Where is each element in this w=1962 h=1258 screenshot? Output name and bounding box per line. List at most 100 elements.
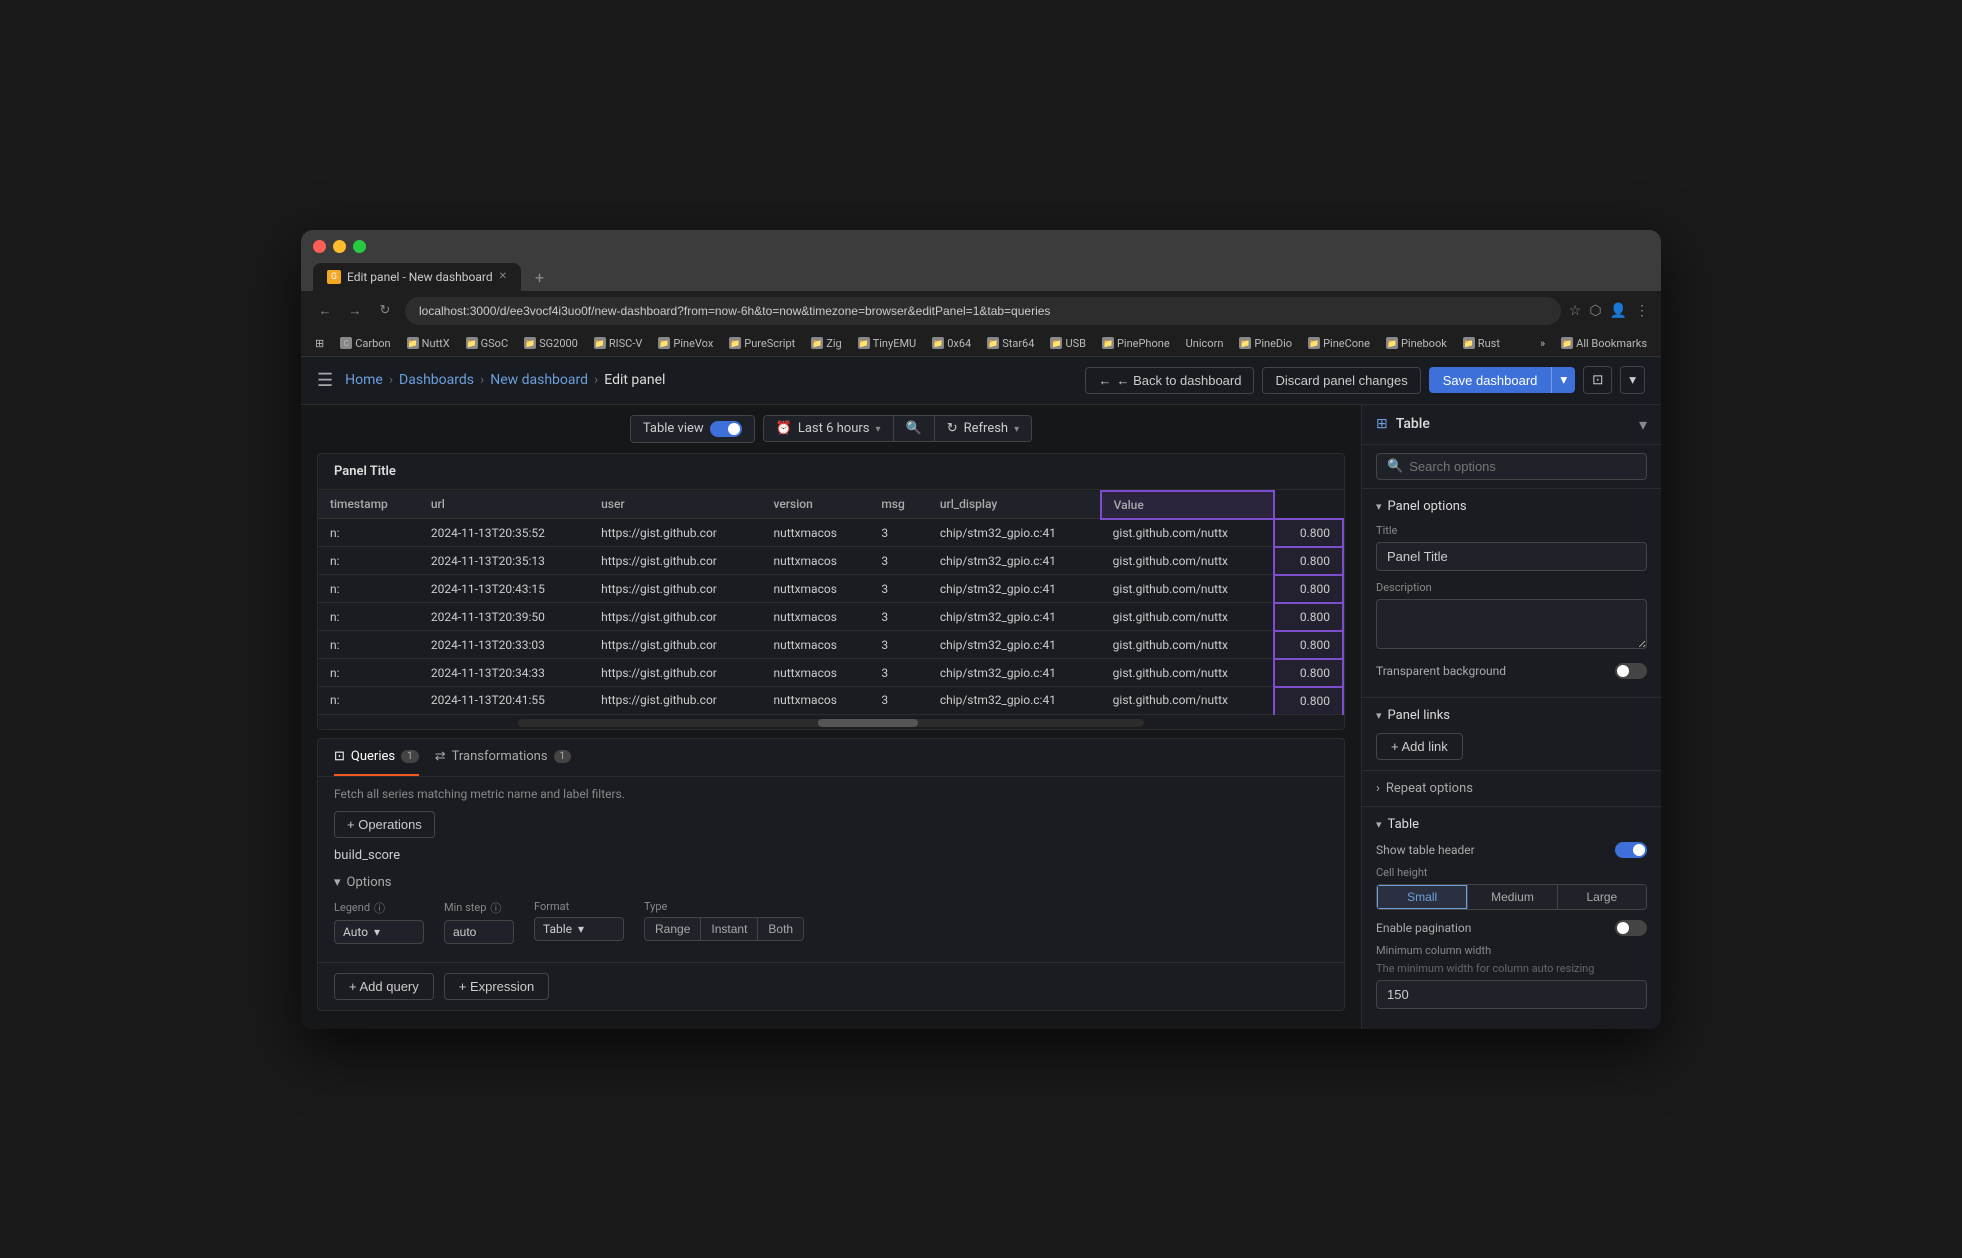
bookmark-star64[interactable]: 📁 Star64: [981, 335, 1040, 352]
description-textarea[interactable]: [1376, 599, 1647, 649]
new-tab-button[interactable]: +: [525, 264, 554, 291]
expression-button[interactable]: + Expression: [444, 973, 550, 1000]
hamburger-menu[interactable]: ☰: [317, 370, 333, 391]
pinedio-favicon: 📁: [1239, 337, 1251, 349]
panel-options-section: ▾ Panel options Title Description Transp…: [1362, 489, 1661, 698]
cell-height-medium[interactable]: Medium: [1467, 885, 1556, 909]
rust-favicon: 📁: [1463, 337, 1475, 349]
table-cell: nuttxmacos: [761, 631, 869, 659]
table-cell: 0.800: [1274, 631, 1343, 659]
tab-close-icon[interactable]: ✕: [499, 271, 507, 282]
bookmark-pinecone[interactable]: 📁 PineCone: [1302, 335, 1376, 352]
min-col-width-input[interactable]: [1376, 980, 1647, 1009]
scrollbar-thumb[interactable]: [818, 719, 918, 727]
scrollbar-track[interactable]: [518, 719, 1144, 727]
bookmark-pinebook[interactable]: 📁 Pinebook: [1380, 335, 1453, 352]
bookmark-carbon[interactable]: C Carbon: [334, 335, 396, 352]
zig-favicon: 📁: [811, 337, 823, 349]
discard-changes-button[interactable]: Discard panel changes: [1262, 367, 1420, 394]
bookmark-usb[interactable]: 📁 USB: [1044, 335, 1092, 352]
enable-pagination-row: Enable pagination: [1376, 920, 1647, 936]
table-cell: gist.github.com/nuttx: [1101, 687, 1274, 715]
repeat-options-section[interactable]: › Repeat options: [1362, 771, 1661, 807]
bookmark-pinephone[interactable]: 📁 PinePhone: [1096, 335, 1176, 352]
bookmark-apps[interactable]: ⊞: [309, 335, 330, 352]
bookmark-0x64[interactable]: 📁 0x64: [926, 335, 977, 352]
close-button[interactable]: [313, 240, 326, 253]
show-header-toggle[interactable]: [1615, 842, 1647, 858]
bookmark-nuttx[interactable]: 📁 NuttX: [401, 335, 456, 352]
min-step-input[interactable]: [444, 920, 514, 944]
legend-select[interactable]: Auto ▾: [334, 920, 424, 944]
table-view-item[interactable]: Table view: [631, 416, 754, 442]
save-dashboard-button[interactable]: Save dashboard: [1429, 367, 1552, 393]
breadcrumb-home[interactable]: Home: [345, 372, 383, 388]
cell-height-large[interactable]: Large: [1557, 885, 1646, 909]
breadcrumb-sep-2: ›: [480, 372, 484, 388]
traffic-lights: [313, 240, 1649, 253]
back-to-dashboard-button[interactable]: ← ← Back to dashboard: [1085, 367, 1254, 394]
forward-nav-button[interactable]: →: [343, 299, 367, 323]
bookmark-riscv[interactable]: 📁 RISC-V: [588, 335, 649, 352]
table-view-toggle[interactable]: [710, 421, 742, 437]
query-section: ⊡ Queries 1 ⇄ Transformations 1 Fetch al…: [317, 738, 1345, 1011]
breadcrumb-new-dashboard[interactable]: New dashboard: [490, 372, 588, 388]
bookmark-sg2000[interactable]: 📁 SG2000: [518, 335, 584, 352]
bookmark-tinyemu[interactable]: 📁 TinyEMU: [852, 335, 923, 352]
operations-button[interactable]: + Operations: [334, 811, 435, 838]
zoom-out-item[interactable]: 🔍: [893, 416, 934, 441]
save-group: Save dashboard ▾: [1429, 367, 1575, 393]
cell-height-small[interactable]: Small: [1377, 885, 1467, 909]
bookmark-gsoc[interactable]: 📁 GSoC: [460, 335, 514, 352]
table-settings-header[interactable]: ▾ Table: [1376, 817, 1647, 832]
save-dropdown-button[interactable]: ▾: [1551, 367, 1575, 393]
range-button[interactable]: Range: [645, 918, 700, 940]
time-range-group: ⏰ Last 6 hours 🔍 ↻ Refresh: [763, 415, 1032, 442]
instant-button[interactable]: Instant: [700, 918, 757, 940]
bookmark-icon[interactable]: ☆: [1569, 303, 1582, 319]
refresh-item[interactable]: ↻ Refresh: [934, 416, 1031, 441]
transformations-tab[interactable]: ⇄ Transformations 1: [435, 739, 571, 776]
back-nav-button[interactable]: ←: [313, 299, 337, 323]
transparent-bg-toggle[interactable]: [1615, 663, 1647, 679]
table-cell: chip/stm32_gpio.c:41: [928, 659, 1101, 687]
search-options-input[interactable]: [1409, 459, 1636, 474]
bookmark-pinedio[interactable]: 📁 PineDio: [1233, 335, 1298, 352]
menu-icon[interactable]: ⋮: [1635, 303, 1649, 319]
more-bookmarks[interactable]: »: [1534, 335, 1551, 352]
more-options-button[interactable]: ▾: [1620, 366, 1645, 394]
active-tab[interactable]: G Edit panel - New dashboard ✕: [313, 263, 521, 291]
table-cell: 2024-11-13T20:35:52: [419, 519, 589, 547]
reload-button[interactable]: ↻: [373, 299, 397, 323]
th-timestamp: timestamp: [318, 491, 419, 519]
panel-options-header[interactable]: ▾ Panel options: [1376, 499, 1647, 514]
profile-icon[interactable]: 👤: [1610, 303, 1627, 319]
enable-pagination-toggle[interactable]: [1615, 920, 1647, 936]
both-button[interactable]: Both: [757, 918, 803, 940]
options-header[interactable]: ▾ Options: [334, 875, 1328, 890]
tv-mode-button[interactable]: ⊡: [1583, 366, 1612, 394]
query-description: Fetch all series matching metric name an…: [334, 787, 1328, 801]
panel-links-header[interactable]: ▾ Panel links: [1376, 708, 1647, 723]
queries-tab[interactable]: ⊡ Queries 1: [334, 739, 419, 776]
panel-type-dropdown[interactable]: ▾: [1639, 415, 1647, 434]
title-input[interactable]: [1376, 542, 1647, 571]
bookmark-purescript[interactable]: 📁 PureScript: [723, 335, 801, 352]
table-cell: nuttxmacos: [761, 519, 869, 547]
search-options-section: 🔍: [1362, 445, 1661, 489]
breadcrumb-dashboards[interactable]: Dashboards: [399, 372, 474, 388]
panel-links-section: ▾ Panel links + Add link: [1362, 698, 1661, 771]
bookmark-unicorn[interactable]: Unicorn: [1180, 335, 1230, 352]
bookmark-zig[interactable]: 📁 Zig: [805, 335, 847, 352]
time-range-item[interactable]: ⏰ Last 6 hours: [764, 416, 893, 441]
bookmark-rust[interactable]: 📁 Rust: [1457, 335, 1506, 352]
format-select[interactable]: Table ▾: [534, 917, 624, 941]
add-link-button[interactable]: + Add link: [1376, 733, 1463, 760]
all-bookmarks[interactable]: 📁 All Bookmarks: [1555, 335, 1653, 352]
maximize-button[interactable]: [353, 240, 366, 253]
bookmark-pinevox[interactable]: 📁 PineVox: [652, 335, 719, 352]
minimize-button[interactable]: [333, 240, 346, 253]
extension-icon[interactable]: ⬡: [1589, 303, 1601, 319]
add-query-button[interactable]: + Add query: [334, 973, 434, 1000]
address-input[interactable]: [405, 297, 1561, 325]
